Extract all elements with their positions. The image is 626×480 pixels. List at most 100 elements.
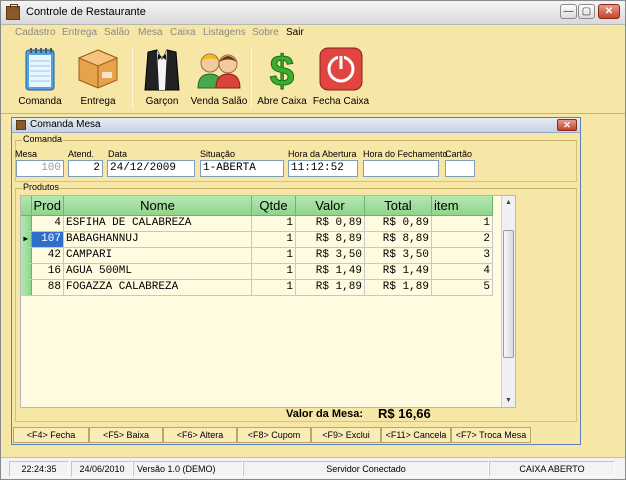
cell-item[interactable]: 2 [431,231,493,248]
col-total[interactable]: Total [364,196,432,216]
mesa-field[interactable]: 100 [16,160,64,177]
cell-item[interactable]: 1 [431,215,493,232]
f7-troca-mesa-button[interactable]: <F7> Troca Mesa [451,427,531,443]
row-indicator [21,263,32,280]
minimize-button[interactable]: — [560,4,577,19]
menu-sobre[interactable]: Sobre [252,27,279,38]
f5-baixa-button[interactable]: <F5> Baixa [89,427,163,443]
cell-total[interactable]: R$ 3,50 [364,247,432,264]
menu-entrega[interactable]: Entrega [62,27,97,38]
produtos-grid[interactable]: Prod Nome Qtde Valor Total item 4 ESFIHA… [20,195,516,408]
table-row[interactable]: 16 AGUA 500ML 1 R$ 1,49 R$ 1,49 4 [21,263,493,280]
cell-prod[interactable]: 88 [31,279,64,296]
fecha-caixa-button[interactable]: Fecha Caixa [311,44,371,112]
scroll-down-arrow-icon[interactable]: ▼ [502,394,515,407]
cell-valor[interactable]: R$ 1,49 [295,263,365,280]
row-indicator [21,247,32,264]
col-item[interactable]: item [431,196,493,216]
cell-valor[interactable]: R$ 8,89 [295,231,365,248]
delivery-box-icon [77,49,119,89]
status-bar: 22:24:35 24/06/2010 Versão 1.0 (DEMO) Se… [1,457,625,479]
cell-nome[interactable]: AGUA 500ML [63,263,252,280]
f9-exclui-button[interactable]: <F9> Exclui [311,427,381,443]
comanda-button[interactable]: Comanda [10,44,70,112]
f4-fecha-button[interactable]: <F4> Fecha [13,427,89,443]
cell-nome[interactable]: BABAGHANNUJ [63,231,252,248]
cell-valor[interactable]: R$ 0,89 [295,215,365,232]
table-row[interactable]: 88 FOGAZZA CALABREZA 1 R$ 1,89 R$ 1,89 5 [21,279,493,296]
function-key-bar: <F4> Fecha <F5> Baixa <F6> Altera <F8> C… [13,427,579,443]
cell-prod[interactable]: 107 [31,231,64,248]
child-title: Comanda Mesa [30,119,101,130]
table-row[interactable]: 4 ESFIHA DE CALABREZA 1 R$ 0,89 R$ 0,89 … [21,215,493,232]
briefcase-app-icon [6,4,20,20]
comanda-mesa-window: Comanda Mesa ✕ Comanda Mesa 100 Atend. 2… [11,117,581,445]
cell-nome[interactable]: CAMPARI [63,247,252,264]
scroll-thumb[interactable] [503,230,514,358]
cell-item[interactable]: 5 [431,279,493,296]
valor-da-mesa-value: R$ 16,66 [378,406,431,421]
cell-prod[interactable]: 42 [31,247,64,264]
cell-nome[interactable]: FOGAZZA CALABREZA [63,279,252,296]
cell-item[interactable]: 4 [431,263,493,280]
cell-total[interactable]: R$ 1,49 [364,263,432,280]
cell-valor[interactable]: R$ 1,89 [295,279,365,296]
f11-cancela-button[interactable]: <F11> Cancela [381,427,451,443]
scroll-up-arrow-icon[interactable]: ▲ [502,196,515,209]
abre-caixa-button[interactable]: $ Abre Caixa [252,44,312,112]
people-icon [197,53,241,89]
col-qtde[interactable]: Qtde [251,196,296,216]
abertura-field[interactable]: 11:12:52 [288,160,358,177]
venda-salao-button[interactable]: Venda Salão [189,44,249,112]
entrega-button[interactable]: Entrega [68,44,128,112]
col-nome[interactable]: Nome [63,196,252,216]
menu-salao[interactable]: Salão [104,27,130,38]
maximize-button[interactable]: ▢ [578,4,595,19]
cell-qtde[interactable]: 1 [251,247,296,264]
status-caixa: CAIXA ABERTO [489,461,615,477]
grid-corner [21,196,32,216]
entrega-label: Entrega [80,96,116,107]
menu-listagens[interactable]: Listagens [203,27,246,38]
cell-prod[interactable]: 16 [31,263,64,280]
cell-total[interactable]: R$ 1,89 [364,279,432,296]
cell-item[interactable]: 3 [431,247,493,264]
f8-cupom-button[interactable]: <F8> Cupom [237,427,311,443]
close-button[interactable]: ✕ [598,4,620,19]
cell-total[interactable]: R$ 0,89 [364,215,432,232]
status-time: 22:24:35 [9,461,69,477]
data-label: Data [108,149,128,159]
cell-nome[interactable]: ESFIHA DE CALABREZA [63,215,252,232]
col-prod[interactable]: Prod [31,196,64,216]
cell-valor[interactable]: R$ 3,50 [295,247,365,264]
f6-altera-button[interactable]: <F6> Altera [163,427,237,443]
cell-qtde[interactable]: 1 [251,263,296,280]
menu-sair[interactable]: Sair [286,27,304,38]
cell-prod[interactable]: 4 [31,215,64,232]
fechamento-field[interactable] [363,160,439,177]
main-window: Controle de Restaurante — ▢ ✕ Cadastro E… [0,0,626,480]
menu-cadastro[interactable]: Cadastro [15,27,56,38]
col-valor[interactable]: Valor [295,196,365,216]
situacao-field[interactable]: 1-ABERTA [200,160,284,177]
svg-text:$: $ [270,47,294,92]
fecha-caixa-label: Fecha Caixa [312,96,370,107]
cell-qtde[interactable]: 1 [251,215,296,232]
cartao-field[interactable] [445,160,475,177]
menu-mesa[interactable]: Mesa [138,27,162,38]
mesa-label: Mesa [15,149,38,159]
child-close-button[interactable]: ✕ [557,119,577,131]
cell-qtde[interactable]: 1 [251,231,296,248]
data-field[interactable]: 24/12/2009 [107,160,195,177]
title-bar: Controle de Restaurante — ▢ ✕ [1,1,625,25]
menu-caixa[interactable]: Caixa [170,27,196,38]
cell-total[interactable]: R$ 8,89 [364,231,432,248]
grid-vertical-scrollbar[interactable]: ▲ ▼ [501,196,515,407]
produtos-group-legend: Produtos [22,182,61,192]
table-row[interactable]: 42 CAMPARI 1 R$ 3,50 R$ 3,50 3 [21,247,493,264]
table-row[interactable]: ▶ 107 BABAGHANNUJ 1 R$ 8,89 R$ 8,89 2 [21,231,493,248]
atend-field[interactable]: 2 [68,160,103,177]
child-title-bar: Comanda Mesa ✕ [12,118,580,133]
current-row-indicator: ▶ [21,231,32,248]
cell-qtde[interactable]: 1 [251,279,296,296]
